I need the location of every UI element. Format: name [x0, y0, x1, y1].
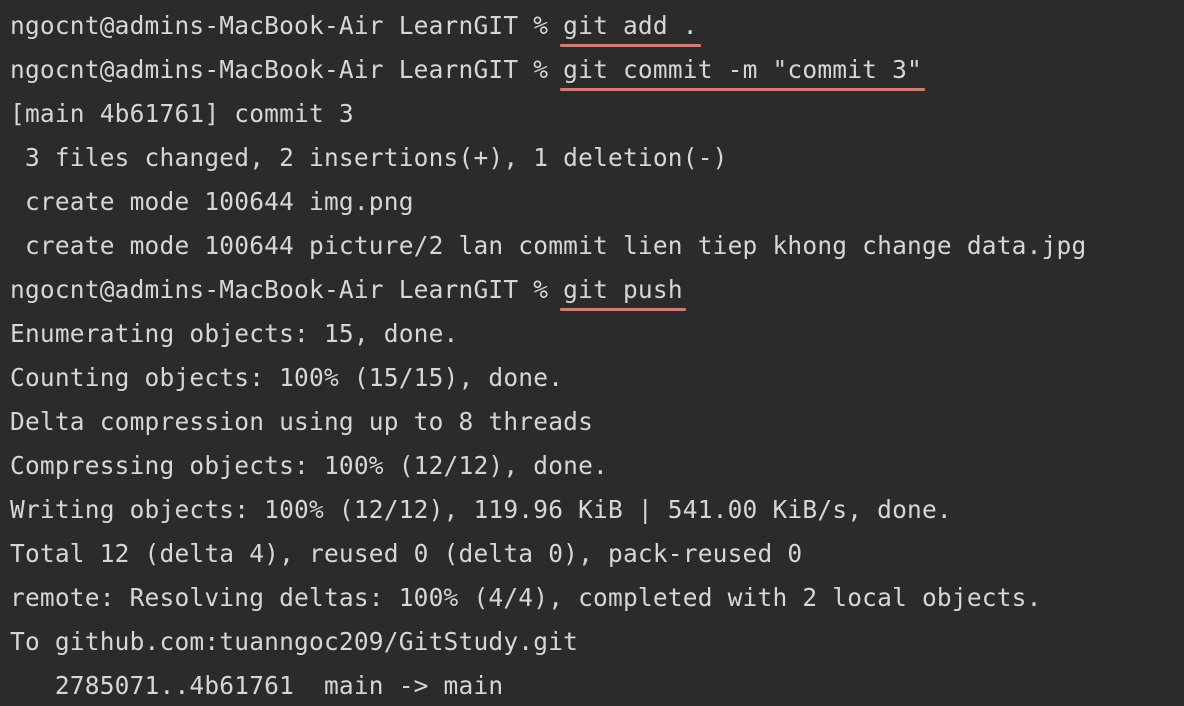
- output-line: Writing objects: 100% (12/12), 119.96 Ki…: [10, 495, 952, 524]
- output-line: 2785071..4b61761 main -> main: [10, 671, 504, 700]
- prompt-line-git-add: ngocnt@admins-MacBook-Air LearnGIT % git…: [0, 4, 1184, 48]
- output-line: Counting objects: 100% (15/15), done.: [10, 363, 564, 392]
- shell-prompt: ngocnt@admins-MacBook-Air LearnGIT %: [10, 55, 564, 84]
- prompt-line-git-push: ngocnt@admins-MacBook-Air LearnGIT % git…: [0, 268, 1184, 312]
- output-line: Total 12 (delta 4), reused 0 (delta 0), …: [10, 539, 803, 568]
- command-git-push: git push: [560, 268, 686, 312]
- output-line: To github.com:tuanngoc209/GitStudy.git: [10, 627, 579, 656]
- output-line: create mode 100644 img.png: [10, 187, 414, 216]
- output-line: remote: Resolving deltas: 100% (4/4), co…: [10, 583, 1042, 612]
- prompt-line-git-commit: ngocnt@admins-MacBook-Air LearnGIT % git…: [0, 48, 1184, 92]
- output-line: Compressing objects: 100% (12/12), done.: [10, 451, 609, 480]
- output-line: [main 4b61761] commit 3: [10, 99, 354, 128]
- output-line: Delta compression using up to 8 threads: [10, 407, 594, 436]
- command-git-add: git add .: [560, 4, 701, 48]
- output-line: 3 files changed, 2 insertions(+), 1 dele…: [10, 143, 728, 172]
- shell-prompt: ngocnt@admins-MacBook-Air LearnGIT %: [10, 11, 564, 40]
- output-line: Enumerating objects: 15, done.: [10, 319, 459, 348]
- output-line: create mode 100644 picture/2 lan commit …: [10, 231, 1087, 260]
- terminal-window[interactable]: ngocnt@admins-MacBook-Air LearnGIT % git…: [0, 0, 1184, 706]
- shell-prompt: ngocnt@admins-MacBook-Air LearnGIT %: [10, 275, 564, 304]
- command-git-commit: git commit -m "commit 3": [560, 48, 925, 92]
